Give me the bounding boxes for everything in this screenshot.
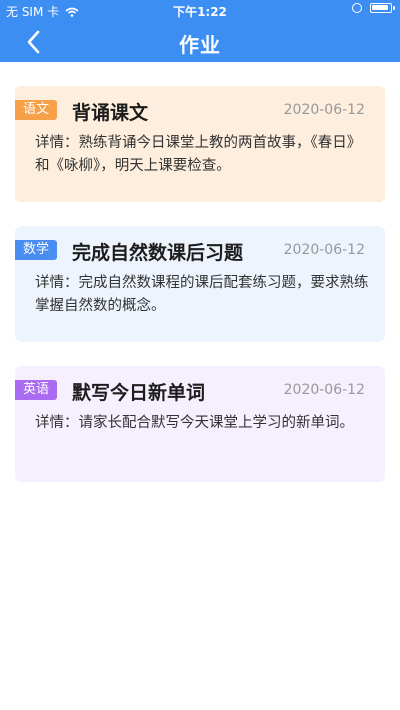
homework-detail: 详情：熟练背诵今日课堂上教的两首故事，《春日》和《咏柳》，明天上课要检查。 <box>35 135 362 174</box>
subject-tag: 数学 <box>15 240 58 260</box>
homework-list: 语文 背诵课文 2020-06-12 详情：熟练背诵今日课堂上教的两首故事，《春… <box>15 86 385 506</box>
status-time: 下午1:22 <box>173 5 227 19</box>
orientation-lock-icon <box>352 3 362 13</box>
homework-date: 2020-06-12 <box>283 242 365 258</box>
homework-card[interactable]: 数学 完成自然数课后习题 2020-06-12 详情：完成自然数课程的课后配套练… <box>15 226 385 342</box>
homework-detail: 详情：请家长配合默写今天课堂上学习的新单词。 <box>35 415 354 431</box>
page-title: 作业 <box>179 33 221 57</box>
subject-tag: 语文 <box>15 100 58 120</box>
subject-tag: 英语 <box>15 380 58 400</box>
app-header: 无 SIM 卡 下午1:22 作业 <box>0 0 400 62</box>
status-bar: 无 SIM 卡 下午1:22 <box>0 0 400 20</box>
homework-title: 完成自然数课后习题 <box>72 242 244 264</box>
homework-title: 默写今日新单词 <box>72 382 206 404</box>
homework-card[interactable]: 语文 背诵课文 2020-06-12 详情：熟练背诵今日课堂上教的两首故事，《春… <box>15 86 385 202</box>
homework-date: 2020-06-12 <box>283 102 365 118</box>
battery-icon <box>370 3 395 13</box>
homework-date: 2020-06-12 <box>283 382 365 398</box>
homework-title: 背诵课文 <box>72 102 149 124</box>
homework-card[interactable]: 英语 默写今日新单词 2020-06-12 详情：请家长配合默写今天课堂上学习的… <box>15 366 385 482</box>
homework-detail: 详情：完成自然数课程的课后配套练习题，要求熟练掌握自然数的概念。 <box>35 275 369 314</box>
